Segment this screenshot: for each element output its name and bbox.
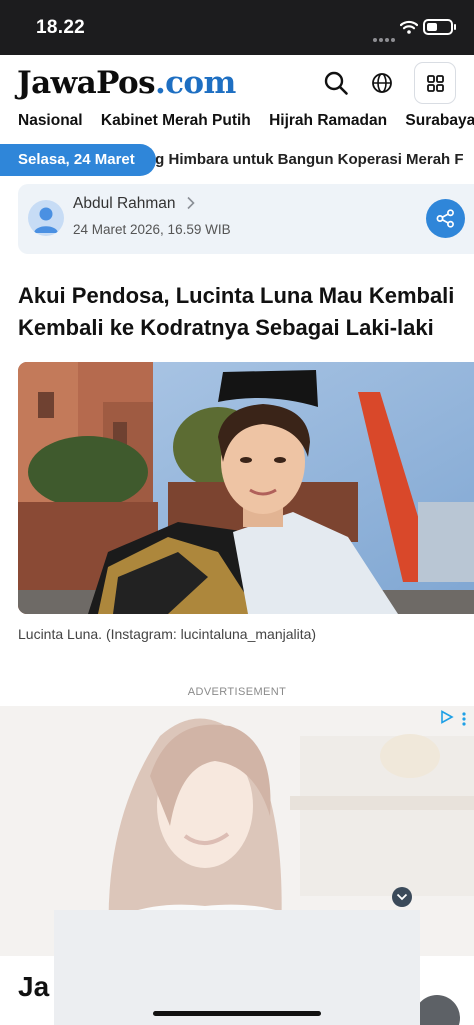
kebab-icon[interactable] <box>461 712 467 731</box>
share-icon <box>436 209 454 228</box>
publish-date: 24 Maret 2026, 16.59 WIB <box>73 222 231 237</box>
chevron-right-icon[interactable] <box>186 196 195 215</box>
nav-item-nasional[interactable]: Nasional <box>18 112 83 130</box>
ad-choices-icon[interactable] <box>440 710 454 729</box>
image-caption: Lucinta Luna. (Instagram: lucintaluna_ma… <box>18 626 317 642</box>
nav-item-kabinet-merah-putih[interactable]: Kabinet Merah Putih <box>101 112 251 130</box>
search-icon[interactable] <box>323 70 349 96</box>
site-logo[interactable]: JawaPos.com <box>17 65 236 101</box>
chevron-down-icon[interactable] <box>392 887 412 907</box>
author-name[interactable]: Abdul Rahman <box>73 195 176 213</box>
grid-menu-icon <box>427 75 444 92</box>
article-image[interactable] <box>18 362 474 614</box>
share-button[interactable] <box>426 199 465 238</box>
status-time: 18.22 <box>36 17 86 38</box>
ticker-date-badge: Selasa, 24 Maret <box>0 144 156 176</box>
category-nav: Nasional Kabinet Merah Putih Hijrah Rama… <box>18 112 474 136</box>
signal-dots-icon <box>373 29 397 47</box>
home-indicator <box>153 1011 321 1016</box>
status-bar: 18.22 <box>0 0 474 55</box>
author-avatar[interactable] <box>28 200 64 236</box>
logo-suffix: .com <box>154 65 236 101</box>
sticky-ad-placeholder[interactable] <box>54 910 420 1025</box>
site-header: JawaPos.com <box>0 55 474 110</box>
logo-main: JawaPos <box>17 65 156 101</box>
wifi-icon <box>399 20 419 39</box>
article-title: Akui Pendosa, Lucinta Luna Mau Kembali K… <box>18 283 455 340</box>
news-ticker: ng Himbara untuk Bangun Koperasi Merah F… <box>0 144 474 176</box>
next-article-heading: Ja <box>18 971 50 1002</box>
battery-icon <box>423 19 456 35</box>
globe-icon[interactable] <box>371 72 393 94</box>
nav-item-surabaya[interactable]: Surabaya R <box>405 112 474 130</box>
floating-action-button[interactable] <box>414 995 460 1025</box>
grid-menu-button[interactable] <box>414 62 456 104</box>
ticker-headline[interactable]: ng Himbara untuk Bangun Koperasi Merah F <box>146 151 474 168</box>
advertisement-label: ADVERTISEMENT <box>187 686 287 698</box>
nav-item-hijrah-ramadan[interactable]: Hijrah Ramadan <box>269 112 387 130</box>
author-card: Abdul Rahman 24 Maret 2026, 16.59 WIB <box>18 184 474 254</box>
